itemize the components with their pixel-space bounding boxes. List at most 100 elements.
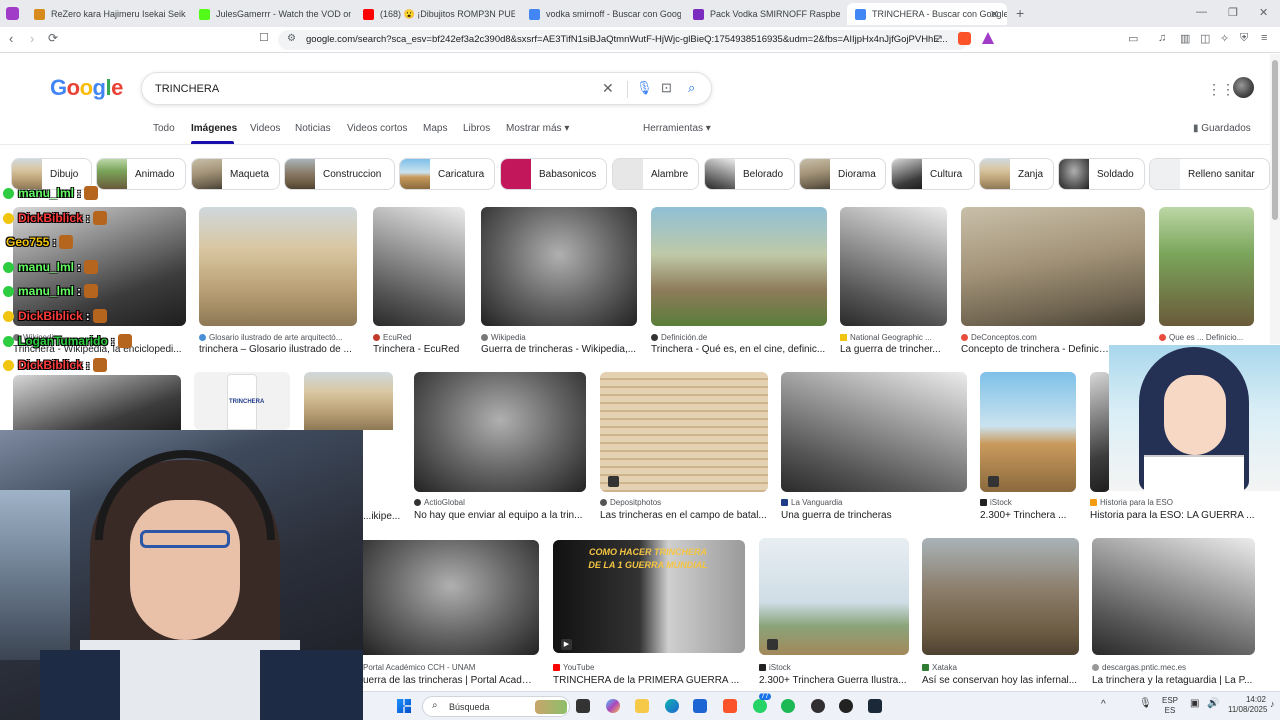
brave-icon[interactable]: [723, 699, 737, 713]
result-title[interactable]: Historia para la ESO: LA GUERRA ...: [1090, 510, 1255, 521]
result-image[interactable]: [980, 372, 1076, 492]
back-icon[interactable]: ‹: [9, 31, 13, 46]
result-image[interactable]: [922, 538, 1079, 655]
tab-short-videos[interactable]: Videos cortos: [347, 123, 407, 134]
result-image[interactable]: [759, 538, 909, 655]
close-window-icon[interactable]: ✕: [1259, 6, 1268, 19]
result-title[interactable]: No hay que enviar al equipo a la trin...: [414, 510, 586, 521]
close-tab-icon[interactable]: ✕: [990, 8, 999, 21]
chip-babasonicos[interactable]: Babasonicos: [500, 158, 607, 190]
steam-icon[interactable]: [868, 699, 882, 713]
notification-bell-icon[interactable]: ♪: [1270, 699, 1275, 709]
tools-button[interactable]: Herramientas ▾: [643, 123, 711, 134]
result-title[interactable]: 2.300+ Trinchera Guerra Ilustra...: [759, 675, 909, 686]
share-icon[interactable]: ↗: [934, 32, 943, 45]
reader-icon[interactable]: ▥: [1180, 32, 1190, 45]
voice-search-icon[interactable]: 🎙: [636, 80, 653, 96]
tab-books[interactable]: Libros: [463, 123, 490, 134]
mic-icon[interactable]: 🎙: [1139, 698, 1152, 709]
chip-soldado[interactable]: Soldado: [1058, 158, 1145, 190]
result-image[interactable]: [481, 207, 637, 326]
result-image[interactable]: [304, 372, 393, 430]
clear-search-icon[interactable]: ✕: [602, 80, 614, 97]
result-image[interactable]: [651, 207, 827, 326]
search-box[interactable]: TRINCHERA ✕ 🎙 ⊡ ⌕: [141, 72, 712, 105]
result-image[interactable]: [199, 207, 357, 326]
volume-icon[interactable]: 🔊: [1207, 698, 1219, 709]
sidebar-icon[interactable]: ▭: [1128, 32, 1138, 45]
result-image[interactable]: [961, 207, 1145, 326]
vpn-icon[interactable]: ⛨: [1240, 32, 1248, 45]
result-image[interactable]: [1090, 372, 1110, 492]
copilot-icon[interactable]: [606, 699, 620, 713]
taskbar-search[interactable]: ⌕ Búsqueda: [422, 696, 570, 717]
task-view-icon[interactable]: [576, 699, 590, 713]
result-image[interactable]: [840, 207, 947, 326]
result-image[interactable]: [781, 372, 967, 492]
chip-cultura[interactable]: Cultura: [891, 158, 975, 190]
result-title[interactable]: Así se conservan hoy las infernal...: [922, 675, 1079, 686]
result-title[interactable]: 2.300+ Trinchera ...: [980, 510, 1076, 521]
result-title[interactable]: Las trincheras en el campo de batal...: [600, 510, 768, 521]
browser-menu-icon[interactable]: [6, 7, 19, 20]
google-apps-icon[interactable]: ⋮⋮: [1207, 81, 1235, 98]
lens-search-icon[interactable]: ⊡: [661, 80, 672, 96]
result-title[interactable]: Trinchera - EcuRed: [373, 344, 465, 355]
google-logo[interactable]: Google: [50, 75, 123, 101]
app-icon[interactable]: [839, 699, 853, 713]
tab-maps[interactable]: Maps: [423, 123, 447, 134]
chip-construccion[interactable]: Construccion: [284, 158, 395, 190]
tab-videos[interactable]: Videos: [250, 123, 280, 134]
result-title[interactable]: Una guerra de trincheras: [781, 510, 967, 521]
result-title[interactable]: uerra de las trincheras | Portal Acadé..…: [363, 675, 533, 686]
new-tab-button[interactable]: +: [1016, 5, 1024, 21]
result-image[interactable]: [363, 540, 539, 655]
scrollbar-thumb[interactable]: [1272, 60, 1278, 220]
menu-icon[interactable]: ≡: [1261, 32, 1267, 44]
chip-alambre[interactable]: Alambre: [612, 158, 699, 190]
search-input[interactable]: TRINCHERA: [155, 83, 219, 95]
start-icon[interactable]: [397, 699, 411, 713]
tab-rezero[interactable]: ReZero kara Hajimeru Isekai Seikatsu: [26, 3, 186, 25]
result-image[interactable]: [600, 372, 768, 492]
tray-chevron-icon[interactable]: ^: [1101, 699, 1106, 710]
result-image[interactable]: [13, 375, 181, 430]
result-title[interactable]: Guerra de trincheras - Wikipedia,...: [481, 344, 637, 355]
whatsapp-icon[interactable]: [753, 699, 767, 713]
result-title[interactable]: Concepto de trinchera - Definición...: [961, 344, 1111, 355]
tab-news[interactable]: Noticias: [295, 123, 331, 134]
site-info-icon[interactable]: ⚙: [287, 33, 296, 44]
saved-button[interactable]: ▮ Guardados: [1193, 123, 1251, 134]
chip-relleno-sanitario[interactable]: Relleno sanitar: [1149, 158, 1270, 190]
rewards-icon[interactable]: [982, 32, 994, 44]
chip-zanja[interactable]: Zanja: [979, 158, 1054, 190]
maximize-icon[interactable]: ❐: [1228, 6, 1238, 19]
result-image[interactable]: [373, 207, 465, 326]
result-image[interactable]: [1092, 538, 1255, 655]
language-indicator[interactable]: ESP ES: [1162, 696, 1178, 716]
chip-maqueta[interactable]: Maqueta: [191, 158, 280, 190]
leo-ai-icon[interactable]: ✧: [1220, 32, 1229, 45]
result-title[interactable]: TRINCHERA de la PRIMERA GUERRA ...: [553, 675, 745, 686]
tab-vodka-search[interactable]: vodka smirnoff - Buscar con Google: [521, 3, 681, 25]
file-explorer-icon[interactable]: [635, 699, 649, 713]
forward-icon[interactable]: ›: [30, 31, 34, 46]
account-avatar[interactable]: [1233, 77, 1254, 98]
chip-caricatura[interactable]: Caricatura: [399, 158, 495, 190]
obs-icon[interactable]: [811, 699, 825, 713]
result-image[interactable]: [414, 372, 586, 492]
chip-belorado[interactable]: Belorado: [704, 158, 795, 190]
network-icon[interactable]: ▣: [1190, 698, 1199, 709]
tab-all[interactable]: Todo: [153, 123, 175, 134]
brave-shield-icon[interactable]: [958, 32, 971, 45]
store-icon[interactable]: [693, 699, 707, 713]
spotify-icon[interactable]: [781, 699, 795, 713]
tab-images[interactable]: Imágenes: [191, 123, 237, 134]
reload-icon[interactable]: ⟳: [48, 31, 58, 45]
minimize-icon[interactable]: —: [1196, 6, 1207, 18]
result-title[interactable]: La guerra de trincher...: [840, 344, 947, 355]
media-icon[interactable]: ♫: [1158, 32, 1166, 44]
tab-kick[interactable]: JulesGamerrr - Watch the VOD on Kick: [191, 3, 351, 25]
url-field[interactable]: ⚙ google.com/search?sca_esv=bf242ef3a2c3…: [278, 30, 968, 50]
result-title[interactable]: ...ikipe...: [363, 511, 413, 522]
